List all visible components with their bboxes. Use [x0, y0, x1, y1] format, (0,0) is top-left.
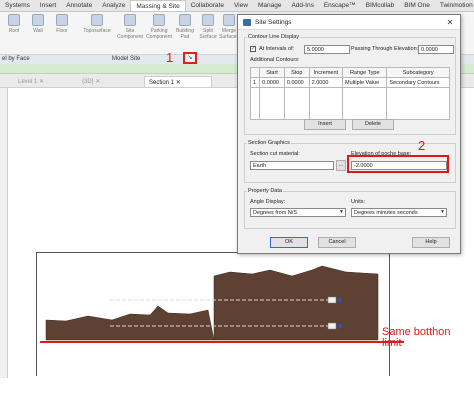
at-intervals-input[interactable]: 5.0000: [304, 45, 350, 54]
annotation-marker-2: 2: [418, 138, 426, 153]
at-intervals-label: At Intervals of:: [259, 46, 295, 52]
level-marker-lower: [327, 322, 337, 330]
table-cell[interactable]: 1: [249, 77, 261, 88]
additional-contours-table: Start Stop Increment Range Type Subcateg…: [249, 67, 450, 120]
chevron-down-icon: ▼: [339, 209, 344, 215]
help-button[interactable]: Help: [412, 237, 450, 248]
dialog-title-bar[interactable]: Site Settings ✕: [238, 15, 460, 30]
table-row[interactable]: 1 0.0000 0.0000 2.0000 Multiple Value Se…: [249, 77, 450, 88]
cut-material-label: Section cut material:: [250, 151, 300, 157]
table-header-row: Start Stop Increment Range Type Subcateg…: [249, 67, 450, 78]
passing-elevation-label: Passing Through Elevation:: [351, 46, 419, 52]
bottom-limit-line: [40, 341, 404, 343]
table-cell[interactable]: 0.0000: [283, 77, 310, 88]
level-marker-upper-dot: [338, 298, 342, 302]
browse-material-button[interactable]: ...: [336, 160, 346, 171]
delete-button[interactable]: Delete: [352, 119, 394, 130]
revit-app-icon: [243, 19, 251, 26]
table-row-empty: [249, 87, 450, 120]
table-cell[interactable]: Secondary Contours: [386, 77, 450, 88]
section-graphics-label: Section Graphics: [247, 140, 291, 146]
table-header: Increment: [308, 67, 344, 78]
table-cell[interactable]: 0.0000: [259, 77, 285, 88]
table-cell[interactable]: 2.0000: [308, 77, 344, 88]
table-cell[interactable]: Multiple Value: [342, 77, 388, 88]
close-icon[interactable]: ✕: [444, 17, 456, 28]
units-select[interactable]: Degrees minutes seconds: [351, 208, 447, 217]
terrain-section-right: [213, 265, 379, 341]
poche-base-highlight: [347, 155, 449, 173]
units-label: Units:: [351, 199, 366, 205]
ok-button[interactable]: OK: [270, 237, 308, 248]
passing-elevation-input[interactable]: 0.0000: [418, 45, 454, 54]
table-header: Stop: [283, 67, 310, 78]
at-intervals-checkbox[interactable]: ✓: [250, 46, 256, 52]
property-data-label: Property Data: [247, 188, 283, 194]
annotation-note: Same botthon limit: [382, 326, 451, 349]
chevron-down-icon: ▼: [440, 209, 445, 215]
additional-contours-label: Additional Contours:: [250, 57, 300, 63]
cut-material-input[interactable]: Earth: [250, 161, 334, 170]
insert-button[interactable]: Insert: [304, 119, 346, 130]
terrain-section-left: [45, 305, 215, 341]
table-header: Start: [259, 67, 285, 78]
angle-display-label: Angle Display:: [250, 199, 286, 205]
cancel-button[interactable]: Cancel: [318, 237, 356, 248]
level-marker-lower-dot: [338, 324, 342, 328]
table-header: [249, 67, 261, 78]
angle-display-select[interactable]: Degrees from N/S: [250, 208, 346, 217]
contour-group-label: Contour Line Display: [247, 34, 301, 40]
table-header: Range Type: [342, 67, 388, 78]
site-settings-dialog: Site Settings ✕ Contour Line Display ✓ A…: [237, 14, 461, 254]
level-marker-upper: [327, 296, 337, 304]
dialog-title: Site Settings: [255, 19, 292, 26]
table-header: Subcategory: [386, 67, 450, 78]
